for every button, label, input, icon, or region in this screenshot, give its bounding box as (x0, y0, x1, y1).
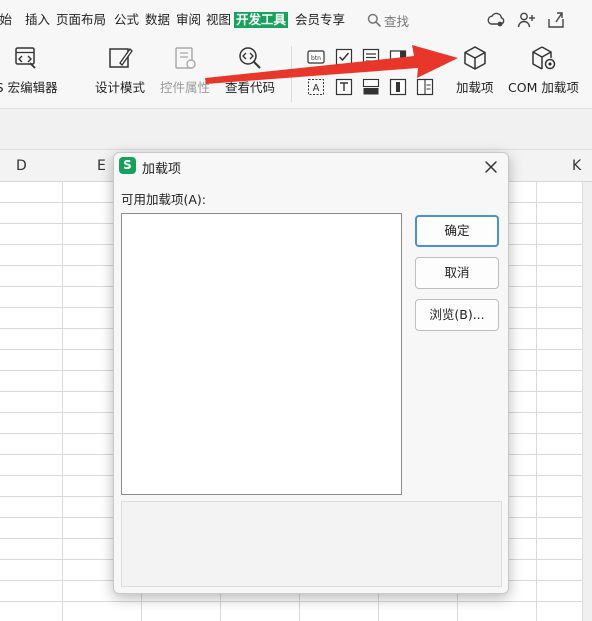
view-code-icon (239, 47, 261, 69)
label-control-icon[interactable]: A (307, 78, 325, 96)
addin-cube-icon (464, 46, 486, 70)
cloud-sync-icon[interactable] (486, 10, 506, 30)
design-mode-label: 设计模式 (95, 80, 146, 95)
ribbon-separator (291, 46, 292, 102)
browse-button[interactable]: 浏览(B)... (415, 299, 499, 331)
design-mode-icon (109, 47, 133, 68)
js-macro-editor-label: JS 宏编辑器 (0, 80, 58, 95)
formula-bar[interactable] (0, 108, 592, 150)
radio-control-icon[interactable] (416, 48, 434, 66)
search-label: 查找 (384, 13, 410, 29)
addins-dialog: S 加载项 可用加载项(A): 确定 取消 浏览(B)... (113, 152, 509, 594)
button-control-text: btn (311, 55, 321, 62)
menu-view[interactable]: 视图 (206, 12, 231, 28)
ribbon-toolbar: JS 宏编辑器 设计模式 控件属性 查看代码 btn (0, 40, 592, 108)
view-code-button[interactable]: 查看代码 (225, 44, 275, 96)
available-addins-label: 可用加载项(A): (121, 192, 207, 207)
menu-member[interactable]: 会员专享 (295, 12, 345, 28)
column-header-d[interactable]: D (16, 158, 27, 174)
list-control-icon[interactable] (362, 48, 380, 66)
spin-control-icon[interactable] (416, 78, 434, 96)
view-code-label: 查看代码 (225, 80, 276, 95)
combo-control-icon[interactable] (389, 48, 407, 66)
vertical-scrollbar[interactable] (582, 182, 592, 621)
wps-logo-icon: S (119, 157, 136, 174)
menu-developer-tools[interactable]: 开发工具 (234, 12, 289, 28)
addin-label: 加载项 (456, 80, 494, 95)
menu-page-layout[interactable]: 页面布局 (56, 12, 106, 28)
button-control-icon[interactable]: btn (307, 48, 325, 66)
js-macro-editor-button[interactable]: JS 宏编辑器 (0, 44, 58, 96)
export-share-icon[interactable] (546, 10, 566, 30)
com-addin-button[interactable]: COM 加载项 (508, 44, 579, 96)
label-control-text: A (313, 83, 320, 94)
menu-bar: 开始 插入 页面布局 公式 数据 审阅 视图 开发工具 会员专享 查找 (0, 0, 592, 40)
menu-review[interactable]: 审阅 (176, 12, 201, 28)
checkbox-control-icon[interactable] (335, 48, 353, 66)
addin-description-box (121, 501, 502, 587)
search-box[interactable]: 查找 (367, 11, 409, 29)
js-macro-editor-icon (15, 47, 36, 69)
control-properties-icon (175, 47, 196, 69)
share-user-icon[interactable] (516, 10, 536, 30)
toggle-control-icon[interactable] (362, 78, 380, 96)
menu-start[interactable]: 开始 (0, 12, 12, 28)
design-mode-button[interactable]: 设计模式 (95, 44, 145, 96)
menu-data[interactable]: 数据 (145, 12, 170, 28)
textbox-control-icon[interactable] (335, 78, 353, 96)
com-addin-label: COM 加载项 (508, 80, 579, 95)
menu-formula[interactable]: 公式 (114, 12, 139, 28)
search-icon (367, 13, 381, 27)
close-icon[interactable] (480, 156, 502, 178)
com-addin-gear-icon (532, 46, 556, 70)
dialog-title: 加载项 (142, 162, 182, 177)
scrollbar-control-icon[interactable] (389, 78, 407, 96)
column-header-k[interactable]: K (572, 158, 581, 174)
addins-listbox[interactable] (121, 213, 402, 495)
menu-insert[interactable]: 插入 (25, 12, 50, 28)
column-header-e[interactable]: E (97, 158, 106, 174)
control-properties-label: 控件属性 (160, 80, 211, 95)
ok-button[interactable]: 确定 (415, 215, 499, 247)
cancel-button[interactable]: 取消 (415, 257, 499, 289)
control-properties-button[interactable]: 控件属性 (160, 44, 210, 96)
addin-button[interactable]: 加载项 (456, 44, 494, 96)
